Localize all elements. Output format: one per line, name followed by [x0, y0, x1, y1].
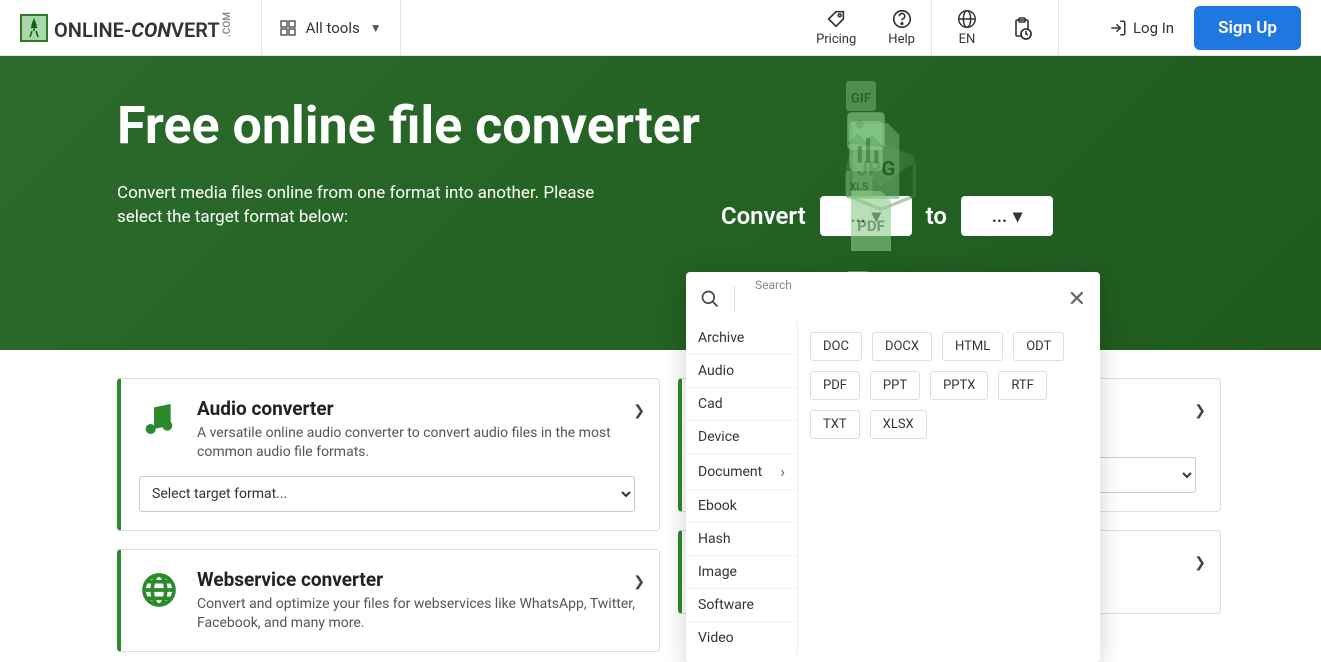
language-selector[interactable]: EN [940, 8, 994, 47]
format-html[interactable]: HTML [942, 332, 1003, 361]
card-desc: Convert and optimize your files for webs… [197, 595, 635, 633]
format-pdf[interactable]: PDF [810, 371, 860, 400]
search-icon [700, 289, 720, 309]
webservice-converter-card[interactable]: ❯ Webservice converter Convert and optim… [117, 549, 660, 652]
help-icon [891, 8, 913, 30]
chevron-down-icon: ▼ [370, 21, 382, 35]
convert-label: Convert [721, 202, 806, 230]
close-icon[interactable]: ✕ [1068, 287, 1086, 312]
format-xlsx[interactable]: XLSX [870, 410, 927, 439]
cards-section: ❯ Audio converter A versatile online aud… [0, 350, 1321, 652]
header: ONLINE-CONVERT.COM All tools ▼ Pricing H… [0, 0, 1321, 56]
card-title: Webservice converter [197, 568, 635, 591]
hero-section: Free online file converter Convert media… [0, 56, 1321, 350]
format-docx[interactable]: DOCX [872, 332, 932, 361]
category-document[interactable]: Document [686, 454, 797, 490]
category-hash[interactable]: Hash [686, 523, 797, 556]
audio-target-select[interactable]: Select target format... [139, 476, 635, 512]
category-device[interactable]: Device [686, 421, 797, 454]
pricing-link[interactable]: Pricing [800, 8, 872, 47]
format-doc[interactable]: DOC [810, 332, 862, 361]
category-video[interactable]: Video [686, 622, 797, 654]
card-title: Audio converter [197, 397, 635, 420]
category-image[interactable]: Image [686, 556, 797, 589]
chevron-right-icon: ❯ [1194, 555, 1206, 571]
dropdown-search-row: Search ✕ [686, 286, 1100, 322]
login-icon [1109, 19, 1127, 37]
dropdown-categories: ArchiveAudioCadDeviceDocumentEbookHashIm… [686, 322, 798, 654]
format-odt[interactable]: ODT [1013, 332, 1064, 361]
search-input[interactable] [755, 286, 1054, 312]
category-software[interactable]: Software [686, 589, 797, 622]
globe-icon [956, 8, 978, 30]
search-label: Search [755, 278, 792, 292]
all-tools-menu[interactable]: All tools ▼ [261, 0, 401, 56]
music-icon [139, 397, 179, 441]
svg-text:GIF: GIF [851, 92, 872, 107]
help-link[interactable]: Help [872, 8, 931, 47]
card-desc: A versatile online audio converter to co… [197, 424, 635, 462]
audio-converter-card[interactable]: ❯ Audio converter A versatile online aud… [117, 378, 660, 531]
login-button[interactable]: Log In [1109, 19, 1174, 37]
format-dropdown-panel: Search ✕ ArchiveAudioCadDeviceDocumentEb… [686, 272, 1100, 662]
hero-subtitle: Convert media files online from one form… [117, 182, 637, 230]
svg-text:PDF: PDF [857, 217, 885, 235]
tag-icon [825, 8, 847, 30]
chevron-right-icon: ❯ [1194, 403, 1206, 419]
format-ppt[interactable]: PPT [870, 371, 920, 400]
category-archive[interactable]: Archive [686, 322, 797, 355]
format-txt[interactable]: TXT [810, 410, 860, 439]
category-audio[interactable]: Audio [686, 355, 797, 388]
all-tools-label: All tools [306, 19, 360, 37]
chevron-right-icon: ❯ [633, 574, 645, 590]
logo[interactable]: ONLINE-CONVERT.COM [20, 12, 233, 42]
logo-text: ONLINE-CONVERT.COM [54, 12, 233, 42]
format-pptx[interactable]: PPTX [930, 371, 988, 400]
dropdown-formats: DOC DOCX HTML ODT PDF PPT PPTX RTF TXT XLSX [798, 322, 1100, 654]
chevron-right-icon: ❯ [633, 403, 645, 419]
format-rtf[interactable]: RTF [998, 371, 1046, 400]
history-button[interactable] [994, 16, 1050, 40]
logo-icon [20, 14, 48, 42]
clipboard-clock-icon [1010, 16, 1034, 40]
grid-icon [280, 20, 296, 36]
globe-icon [139, 568, 179, 612]
category-cad[interactable]: Cad [686, 388, 797, 421]
category-ebook[interactable]: Ebook [686, 490, 797, 523]
signup-button[interactable]: Sign Up [1194, 6, 1301, 50]
